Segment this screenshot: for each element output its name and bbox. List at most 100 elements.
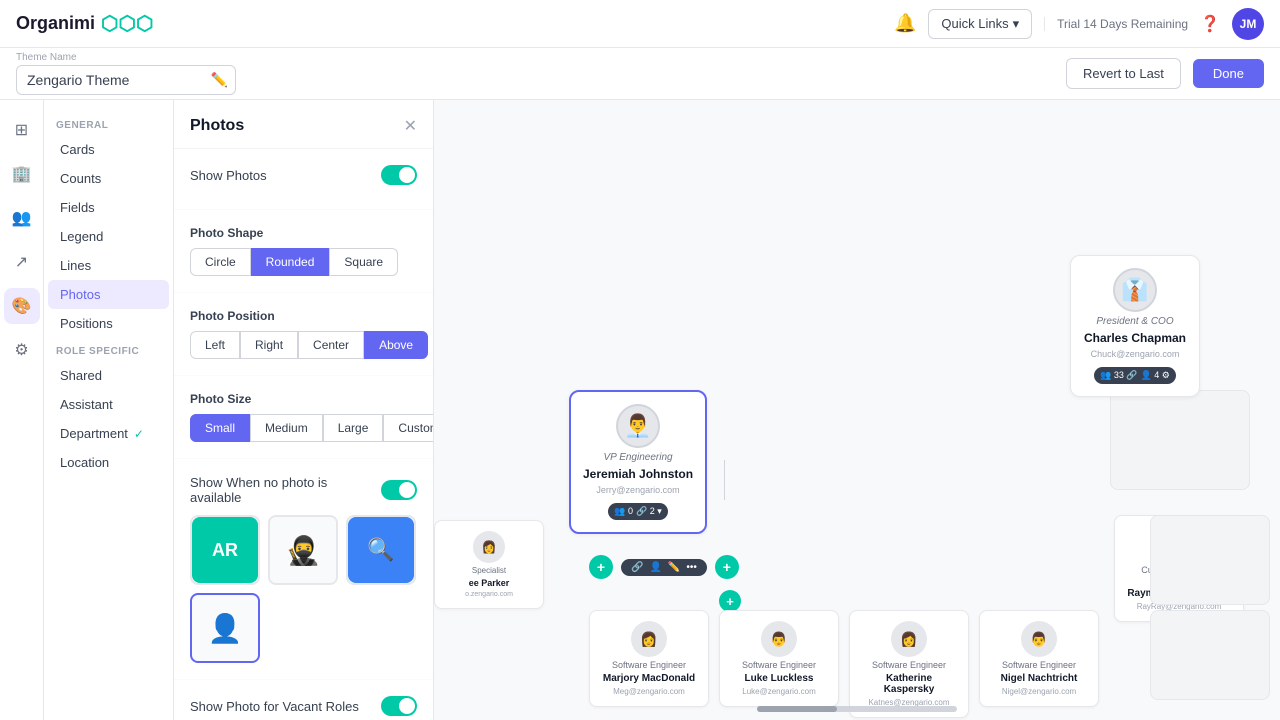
eng3-role: Software Engineer (872, 660, 946, 670)
nav-people-button[interactable]: 👥 (4, 200, 40, 236)
specialist-card[interactable]: 👩 Specialist ee Parker o.zengario.com (434, 520, 544, 609)
sidebar-item-location[interactable]: Location (48, 448, 169, 477)
eng1-name: Marjory MacDonald (603, 673, 695, 684)
placeholder-silhouette[interactable]: 👤 (190, 593, 260, 663)
shape-square-button[interactable]: Square (329, 248, 398, 276)
size-custom-button[interactable]: Custom (383, 414, 434, 442)
icon-nav: ⊞ 🏢 👥 ↗ 🎨 ⚙ (0, 100, 44, 720)
close-panel-button[interactable]: ✕ (404, 116, 417, 136)
quick-links-button[interactable]: Quick Links ▾ (928, 9, 1032, 39)
sidebar-item-legend[interactable]: Legend (48, 222, 169, 251)
photo-shape-group: Circle Rounded Square (190, 248, 417, 276)
no-photo-label: Show When no photo is available (190, 475, 381, 505)
trial-badge: Trial 14 Days Remaining (1044, 17, 1188, 31)
vp-role: VP Engineering (603, 452, 672, 463)
add-engineer-button[interactable]: + (719, 590, 741, 612)
size-large-button[interactable]: Large (323, 414, 384, 442)
user-avatar[interactable]: JM (1232, 8, 1264, 40)
sidebar-item-department[interactable]: Department ✓ (48, 419, 169, 448)
coo-name: Charles Chapman (1084, 331, 1186, 345)
theme-name-input[interactable] (16, 65, 236, 95)
nav-settings-button[interactable]: ⚙ (4, 332, 40, 368)
toolbar-icon-more: ••• (686, 562, 697, 573)
size-medium-button[interactable]: Medium (250, 414, 323, 442)
eng4-email: Nigel@zengario.com (1002, 687, 1076, 696)
eng2-role: Software Engineer (742, 660, 816, 670)
size-small-button[interactable]: Small (190, 414, 250, 442)
photo-position-label: Photo Position (190, 309, 417, 323)
engineer-card-1[interactable]: 👩 Software Engineer Marjory MacDonald Me… (589, 610, 709, 707)
scrollbar[interactable] (757, 706, 957, 712)
placeholder-ninja[interactable]: 🥷 (268, 515, 338, 585)
logo: Organimi ⬡⬡⬡ (16, 11, 153, 36)
shape-circle-button[interactable]: Circle (190, 248, 251, 276)
sidebar-item-photos[interactable]: Photos (48, 280, 169, 309)
sidebar-item-counts[interactable]: Counts (48, 164, 169, 193)
sidebar-item-cards[interactable]: Cards (48, 135, 169, 164)
sidebar-item-fields[interactable]: Fields (48, 193, 169, 222)
notifications-button[interactable]: 🔔 (894, 13, 916, 34)
engineer-card-4[interactable]: 👨 Software Engineer Nigel Nachtricht Nig… (979, 610, 1099, 707)
toolbar-icon-edit: ✏️ (668, 562, 680, 573)
vacant-roles-toggle[interactable] (381, 696, 417, 716)
show-photos-label: Show Photos (190, 168, 267, 183)
role-specific-section-label: ROLE SPECIFIC (44, 338, 173, 361)
no-photo-section: Show When no photo is available AR 🥷 🔍 👤 (174, 459, 433, 680)
vp-email: Jerry@zengario.com (596, 485, 679, 495)
org-chart-area[interactable]: 👔 President & COO Charles Chapman Chuck@… (434, 100, 1280, 720)
avatar-icon: 👤 (192, 595, 258, 661)
revert-button[interactable]: Revert to Last (1066, 58, 1181, 89)
panel-header: Photos ✕ (174, 100, 433, 149)
photo-position-section: Photo Position Left Right Center Above (174, 293, 433, 376)
vp-name: Jeremiah Johnston (583, 467, 693, 481)
eng2-avatar: 👨 (761, 621, 797, 657)
shape-rounded-button[interactable]: Rounded (251, 248, 330, 276)
engineer-card-3[interactable]: 👩 Software Engineer Katherine Kaspersky … (849, 610, 969, 718)
ghost-card-top (1110, 390, 1250, 490)
specialist-role: Specialist (472, 566, 506, 575)
add-left-button[interactable]: + (589, 555, 613, 579)
logo-text: Organimi (16, 13, 95, 34)
help-button[interactable]: ❓ (1200, 14, 1220, 34)
sidebar-item-shared[interactable]: Shared (48, 361, 169, 390)
position-center-button[interactable]: Center (298, 331, 364, 359)
placeholder-initials[interactable]: AR (190, 515, 260, 585)
done-button[interactable]: Done (1193, 59, 1264, 88)
position-right-button[interactable]: Right (240, 331, 298, 359)
specialist-email: o.zengario.com (465, 591, 513, 598)
ninja-icon: 🥷 (286, 534, 321, 567)
eng1-role: Software Engineer (612, 660, 686, 670)
add-right-button[interactable]: + (715, 555, 739, 579)
coo-role: President & COO (1096, 316, 1173, 327)
ghost-card-right1 (1150, 515, 1270, 605)
general-section-label: GENERAL (44, 112, 173, 135)
theme-name-label: Theme Name (16, 52, 236, 63)
chevron-down-icon: ▾ (1013, 16, 1020, 32)
nav-theme-button[interactable]: 🎨 (4, 288, 40, 324)
initials-display: AR (192, 517, 258, 583)
coo-card[interactable]: 👔 President & COO Charles Chapman Chuck@… (1070, 255, 1200, 397)
logo-icon: ⬡⬡⬡ (101, 11, 153, 36)
position-above-button[interactable]: Above (364, 331, 428, 359)
vp-card[interactable]: 👨‍💼 VP Engineering Jeremiah Johnston Jer… (569, 390, 707, 534)
no-photo-toggle[interactable] (381, 480, 417, 500)
engineer-card-2[interactable]: 👨 Software Engineer Luke Luckless Luke@z… (719, 610, 839, 707)
eng4-name: Nigel Nachtricht (1001, 673, 1078, 684)
eng1-avatar: 👩 (631, 621, 667, 657)
nav-org-button[interactable]: 🏢 (4, 156, 40, 192)
eng2-email: Luke@zengario.com (742, 687, 816, 696)
edit-theme-name-button[interactable]: ✏️ (211, 72, 228, 89)
nav-grid-button[interactable]: ⊞ (4, 112, 40, 148)
sidebar-item-lines[interactable]: Lines (48, 251, 169, 280)
sidebar-item-assistant[interactable]: Assistant (48, 390, 169, 419)
eng3-avatar: 👩 (891, 621, 927, 657)
sidebar-item-positions[interactable]: Positions (48, 309, 169, 338)
eng1-email: Meg@zengario.com (613, 687, 685, 696)
position-left-button[interactable]: Left (190, 331, 240, 359)
show-photos-toggle[interactable] (381, 165, 417, 185)
nav-share-button[interactable]: ↗ (4, 244, 40, 280)
theme-name-group: Theme Name ✏️ (16, 52, 236, 95)
search-icon: 🔍 (348, 517, 414, 583)
coo-email: Chuck@zengario.com (1091, 349, 1180, 359)
placeholder-search[interactable]: 🔍 (346, 515, 416, 585)
